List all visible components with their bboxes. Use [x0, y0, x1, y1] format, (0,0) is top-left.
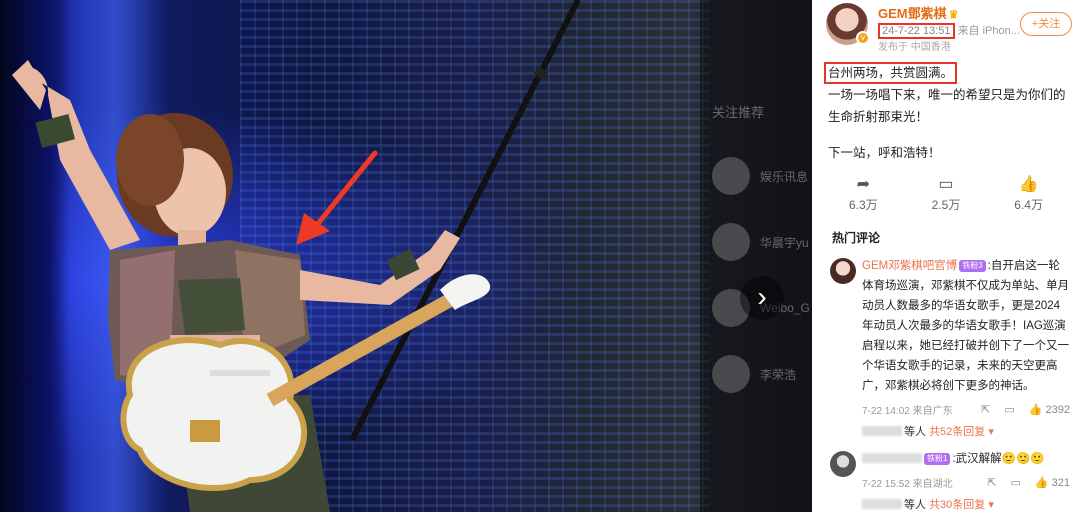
share-icon: ➦: [856, 176, 871, 193]
more-replies-link[interactable]: 共52条回复 ▾: [929, 426, 994, 438]
post-panel: v GEM鄧紫棋 ♛ 24-7-22 13:51 来自 iPhon... 发布于 …: [812, 0, 1080, 512]
comment-text: :自开启这一轮体育场巡演，邓紫棋不仅成为单站、单月动员人数最多的华语女歌手，更是…: [862, 260, 1069, 392]
avatar[interactable]: [830, 258, 856, 284]
recommend-item[interactable]: 娱乐讯息: [712, 143, 812, 209]
comment-meta: 7-22 15:52 来自湖北 ⇱ ▭ 👍 321: [862, 475, 1070, 490]
comment-button[interactable]: ▭ 2.5万: [911, 174, 981, 213]
post-meta: 24-7-22 13:51 来自 iPhon...: [878, 22, 1020, 39]
share-icon[interactable]: ⇱: [981, 403, 990, 416]
post-image[interactable]: 关注推荐 娱乐讯息 华晨宇yu Weibo_G 李荣浩 ›: [0, 0, 812, 512]
post-content: 台州两场，共赏圆满。 一场一场唱下来，唯一的希望只是为你们的生命折射那束光！ 下…: [812, 52, 1080, 164]
like-icon[interactable]: 👍 321: [1035, 476, 1070, 489]
crown-icon: ♛: [948, 9, 959, 21]
post-location: 发布于 中国香港: [878, 42, 951, 53]
avatar[interactable]: [830, 451, 856, 477]
recommend-name: 李荣浩: [760, 367, 797, 382]
recommend-name: 娱乐讯息: [760, 169, 809, 184]
comment-count: 2.5万: [931, 198, 961, 212]
blurred-names: [862, 426, 902, 436]
share-count: 6.3万: [848, 198, 878, 212]
comment-item: GEM邓紫棋吧官博 铁粉3:自开启这一轮体育场巡演，邓紫棋不仅成为单站、单月动员人…: [812, 246, 1080, 439]
comment-text: :武汉解解🙂🙂🙂: [952, 453, 1045, 465]
recommend-name: 华晨宇yu: [760, 235, 809, 250]
red-arrow-annotation: [296, 150, 378, 245]
post-paragraph: 下一站，呼和浩特！: [828, 146, 941, 160]
comment-time: 7-22 14:02 来自广东: [862, 406, 953, 417]
fan-badge: 铁粉3: [959, 260, 986, 272]
performer-illustration: [12, 0, 581, 512]
comment-icon: ▭: [938, 176, 954, 193]
fan-badge: 铁粉1: [924, 453, 951, 465]
blurred-author: [862, 453, 922, 463]
reply-summary[interactable]: 等人 共52条回复 ▾: [862, 423, 1070, 439]
recommend-title: 关注推荐: [712, 105, 765, 120]
more-replies-link[interactable]: 共30条回复 ▾: [929, 499, 994, 511]
like-count: 6.4万: [1014, 198, 1043, 212]
share-icon[interactable]: ⇱: [987, 476, 996, 489]
avatar: [712, 223, 750, 261]
highlighted-text: 台州两场，共赏圆满。: [824, 62, 958, 84]
comment-author[interactable]: GEM邓紫棋吧官博: [862, 260, 957, 272]
like-icon: 👍: [1018, 176, 1039, 193]
reply-icon[interactable]: ▭: [1010, 476, 1020, 489]
share-button[interactable]: ➦ 6.3万: [828, 174, 898, 213]
comment-like-count: 321: [1051, 477, 1070, 489]
post-paragraph: 一场一场唱下来，唯一的希望只是为你们的生命折射那束光！: [828, 88, 1066, 124]
recommend-item[interactable]: 李荣浩: [712, 341, 812, 407]
verified-badge-icon: v: [856, 31, 870, 45]
comment-meta: 7-22 14:02 来自广东 ⇱ ▭ 👍 2392: [862, 402, 1070, 417]
hot-comments-title: 热门评论: [832, 231, 881, 245]
next-image-button[interactable]: ›: [740, 276, 784, 320]
author-name[interactable]: GEM鄧紫棋 ♛: [878, 3, 959, 22]
reply-suffix: 等人: [904, 499, 926, 511]
post-actions: ➦ 6.3万 ▭ 2.5万 👍 6.4万: [812, 164, 1080, 213]
recommend-item[interactable]: 华晨宇yu: [712, 209, 812, 275]
blurred-names: [862, 499, 902, 509]
follow-button[interactable]: +关注: [1020, 12, 1072, 36]
avatar: [712, 157, 750, 195]
avatar: [712, 355, 750, 393]
reply-icon[interactable]: ▭: [1004, 403, 1014, 416]
recommend-list: 关注推荐 娱乐讯息 华晨宇yu Weibo_G 李荣浩: [712, 102, 812, 407]
comment-item: 铁粉1:武汉解解🙂🙂🙂 7-22 15:52 来自湖北 ⇱ ▭ 👍 321 等人…: [812, 439, 1080, 512]
post-time[interactable]: 24-7-22 13:51: [878, 23, 955, 39]
comment-like-count: 2392: [1045, 404, 1070, 416]
comment-time: 7-22 15:52 来自湖北: [862, 479, 953, 490]
post-source: 来自 iPhon...: [957, 25, 1020, 37]
post-header: v GEM鄧紫棋 ♛ 24-7-22 13:51 来自 iPhon... 发布于 …: [812, 0, 1080, 53]
author-name-text: GEM鄧紫棋: [878, 6, 947, 21]
like-icon[interactable]: 👍 2392: [1029, 403, 1070, 416]
reply-summary[interactable]: 等人 共30条回复 ▾: [862, 496, 1070, 512]
like-button[interactable]: 👍 6.4万: [994, 174, 1064, 213]
reply-suffix: 等人: [904, 426, 926, 438]
